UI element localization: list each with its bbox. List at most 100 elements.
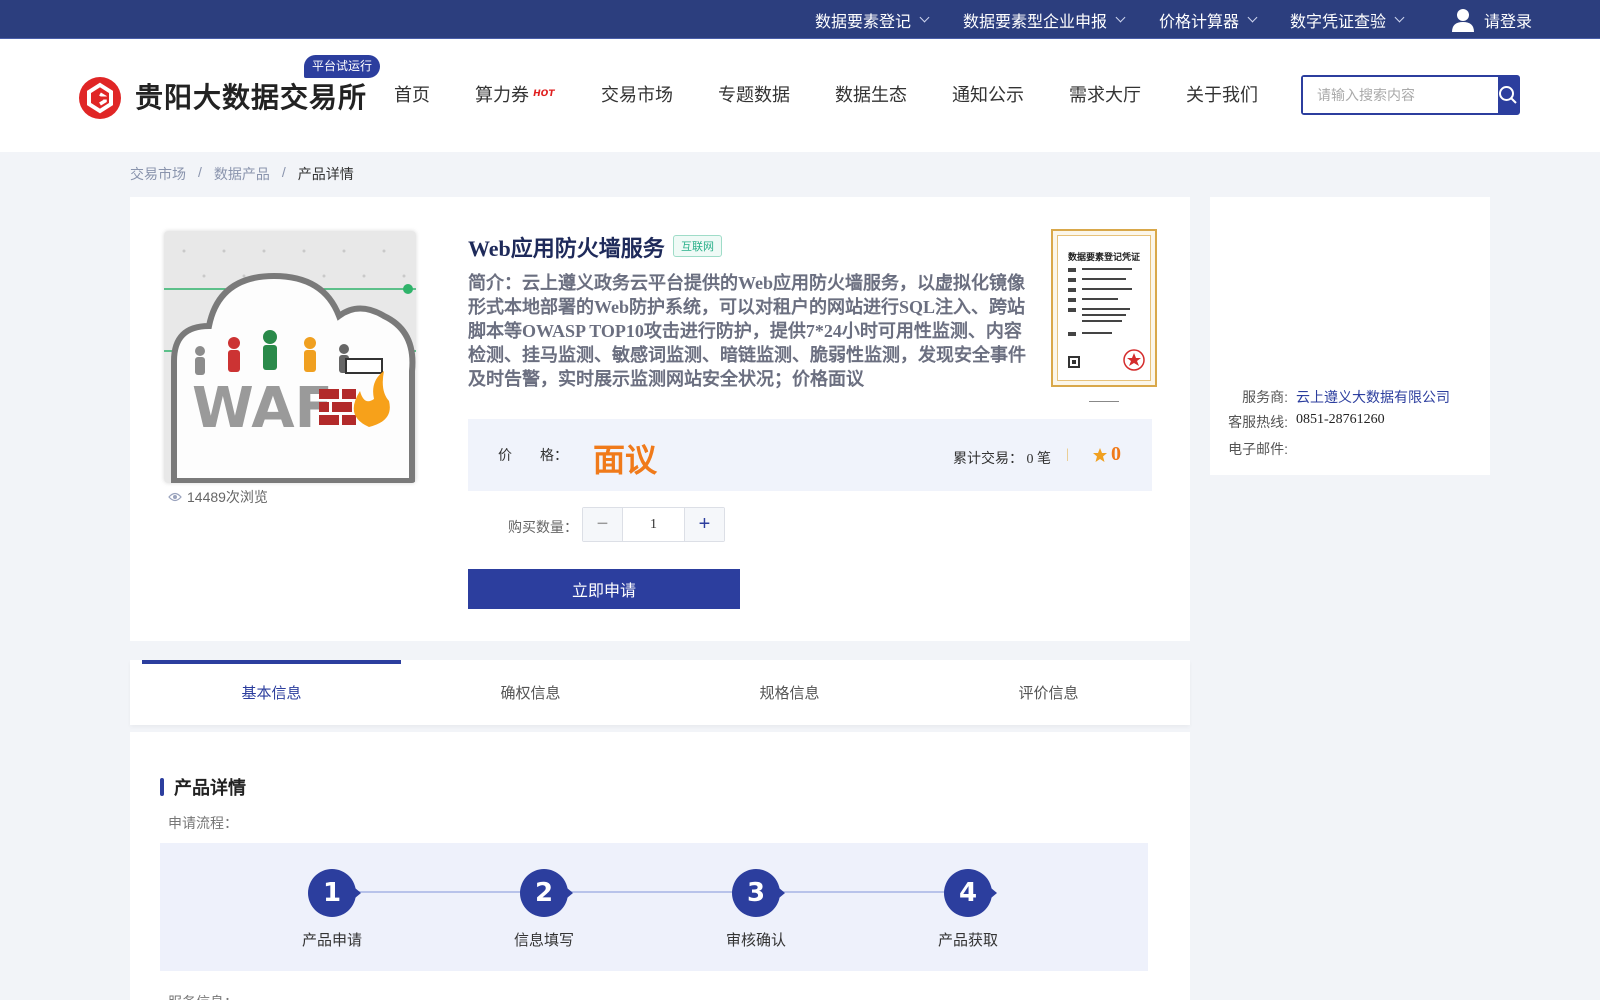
flow-label: 申请流程： <box>168 815 238 831</box>
search-box <box>1301 75 1520 115</box>
tab-basic-info[interactable]: 基本信息 <box>142 660 401 725</box>
flow-step: 2 信息填写 <box>484 869 604 950</box>
nav-topic-data[interactable]: 专题数据 <box>718 76 790 112</box>
application-flow: 1 产品申请 2 信息填写 3 审核确认 4 产品获取 <box>160 843 1148 971</box>
nav-label: 专题数据 <box>718 85 790 105</box>
step-number: 4 <box>944 869 997 917</box>
chevron-down-icon <box>1394 12 1405 23</box>
step-label: 产品申请 <box>301 932 362 949</box>
nav-trading-market[interactable]: 交易市场 <box>601 76 673 112</box>
rating: 0 <box>1092 443 1121 466</box>
quantity-label: 购买数量： <box>508 519 578 535</box>
product-title: Web应用防火墙服务 <box>468 236 665 261</box>
view-count: 14489次浏览 <box>168 487 268 507</box>
view-count-text: 14489次浏览 <box>187 489 268 505</box>
product-description: 简介：云上遵义政务云平台提供的Web应用防火墙服务，以虚拟化镜像形式本地部署的W… <box>468 273 1026 389</box>
section-title: 产品详情 <box>160 774 246 800</box>
increase-quantity-button[interactable]: + <box>684 508 724 541</box>
site-title[interactable]: 贵阳大数据交易所 <box>135 76 367 116</box>
nav-data-ecosystem[interactable]: 数据生态 <box>835 76 907 112</box>
breadcrumb-current: 产品详情 <box>297 166 354 182</box>
nav-compute-voucher[interactable]: 算力券 HOT <box>475 76 556 112</box>
chevron-down-icon <box>1247 12 1258 23</box>
nav-label: 通知公示 <box>952 85 1024 105</box>
breadcrumb-separator: / <box>281 164 286 180</box>
quantity-value[interactable]: 1 <box>623 508 684 541</box>
product-category-tag: 互联网 <box>673 235 722 257</box>
waf-illustration: WAF <box>164 231 416 483</box>
flow-step: 4 产品获取 <box>908 869 1028 950</box>
product-details-section: 产品详情 申请流程： 1 产品申请 2 信息填写 3 审核确认 4 产品获取 服… <box>130 732 1190 1000</box>
section-title-text: 产品详情 <box>174 778 246 799</box>
trial-run-badge: 平台试运行 <box>304 55 381 78</box>
search-input[interactable] <box>1303 77 1498 113</box>
step-number: 1 <box>308 869 361 917</box>
section-title-bar <box>160 778 164 796</box>
top-utility-bar: 数据要素登记 数据要素型企业申报 价格计算器 数字凭证查验 请登录 <box>0 0 1600 39</box>
tab-rights-info[interactable]: 确权信息 <box>401 660 660 725</box>
flow-step: 1 产品申请 <box>272 869 392 950</box>
svg-text:WAF: WAF <box>192 376 333 441</box>
exchange-logo[interactable] <box>79 77 121 119</box>
provider-label: 服务商: <box>1242 389 1288 405</box>
rating-value: 0 <box>1111 443 1121 465</box>
step-label: 信息填写 <box>513 932 574 949</box>
nav-home[interactable]: 首页 <box>394 76 430 112</box>
email-label: 电子邮件: <box>1228 441 1288 457</box>
nav-label: 首页 <box>394 85 430 105</box>
provider-name-link[interactable]: 云上遵义大数据有限公司 <box>1296 387 1450 407</box>
price-value: 面议 <box>593 441 658 479</box>
certificate-content-icon <box>1068 268 1145 371</box>
topbar-item-label: 价格计算器 <box>1159 13 1240 31</box>
nav-label: 关于我们 <box>1186 85 1258 105</box>
nav-about-us[interactable]: 关于我们 <box>1186 76 1258 112</box>
certificate-indicator <box>1089 401 1119 402</box>
hot-badge-icon: HOT <box>532 89 556 99</box>
price-label: 价 格： <box>498 447 568 463</box>
nav-demand-hall[interactable]: 需求大厅 <box>1069 76 1141 112</box>
topbar-certificate-check[interactable]: 数字凭证查验 <box>1290 0 1405 39</box>
topbar-price-calculator[interactable]: 价格计算器 <box>1159 0 1258 39</box>
flow-step: 3 审核确认 <box>696 869 816 950</box>
quantity-stepper: − 1 + <box>582 507 725 542</box>
step-label: 产品获取 <box>937 932 998 949</box>
topbar-enterprise-declaration[interactable]: 数据要素型企业申报 <box>963 0 1126 39</box>
price-box: 价 格： 面议 累计交易： 0 笔 | 0 <box>468 419 1152 491</box>
step-number: 3 <box>732 869 785 917</box>
login-button[interactable]: 请登录 <box>1452 0 1532 39</box>
chevron-down-icon <box>919 12 930 23</box>
nav-label: 交易市场 <box>601 85 673 105</box>
trade-count: 累计交易： 0 笔 <box>953 452 1051 467</box>
email-row: 电子邮件: <box>1228 439 1296 459</box>
divider: | <box>1066 447 1069 462</box>
breadcrumb-trading-market[interactable]: 交易市场 <box>130 164 186 184</box>
nav-label: 数据生态 <box>835 85 907 105</box>
topbar-item-label: 数据要素登记 <box>815 13 912 31</box>
hotline-row: 客服热线: 0851-28761260 <box>1228 412 1385 432</box>
search-icon <box>1499 86 1517 104</box>
detail-tabs: 基本信息 确权信息 规格信息 评价信息 <box>130 660 1190 725</box>
nav-announcements[interactable]: 通知公示 <box>952 76 1024 112</box>
eye-icon <box>168 492 182 502</box>
decrease-quantity-button[interactable]: − <box>583 508 623 541</box>
star-icon <box>1093 447 1107 462</box>
product-image: WAF <box>164 231 416 483</box>
user-icon <box>1452 8 1474 32</box>
hotline-value: 0851-28761260 <box>1296 412 1385 427</box>
breadcrumb: 交易市场 / 数据产品 / 产品详情 <box>130 164 354 184</box>
apply-now-button[interactable]: 立即申请 <box>468 569 740 609</box>
topbar-data-registration[interactable]: 数据要素登记 <box>815 0 930 39</box>
product-card: WAF 14489次浏览 Web应用防火墙服务 互联网 简介：云上遵义政务云平台… <box>130 197 1190 641</box>
hotline-label: 客服热线: <box>1228 414 1288 430</box>
breadcrumb-data-products[interactable]: 数据产品 <box>214 164 270 184</box>
search-button[interactable] <box>1498 77 1518 113</box>
nav-label: 需求大厅 <box>1069 85 1141 105</box>
tab-spec-info[interactable]: 规格信息 <box>660 660 919 725</box>
service-info-label: 服务信息： <box>168 992 238 1000</box>
provider-row: 服务商: 云上遵义大数据有限公司 <box>1228 387 1450 407</box>
topbar-item-label: 数字凭证查验 <box>1290 13 1387 31</box>
registration-certificate[interactable]: 数据要素登记凭证 <box>1051 229 1157 387</box>
topbar-item-label: 数据要素型企业申报 <box>963 13 1108 31</box>
tab-review-info[interactable]: 评价信息 <box>919 660 1178 725</box>
step-label: 审核确认 <box>725 932 786 949</box>
